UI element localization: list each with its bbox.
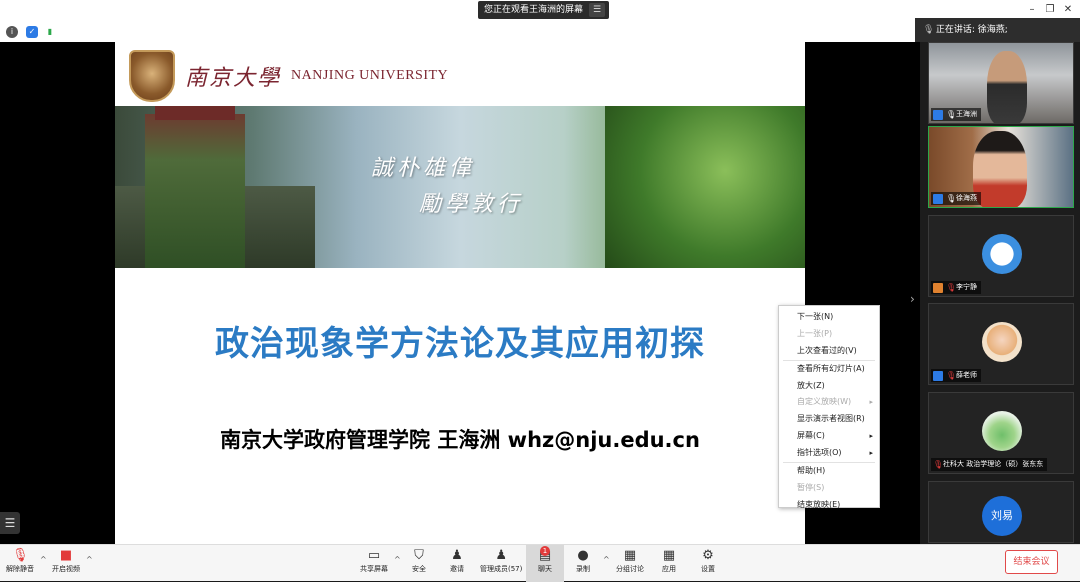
- avatar: 刘易: [982, 496, 1022, 536]
- user-icon: [933, 109, 943, 120]
- microphone-muted-icon: 🎙: [12, 548, 29, 563]
- menu-item-end-show[interactable]: 结束放映(E): [779, 497, 879, 514]
- menu-item-screen[interactable]: 屏幕(C) ▸: [779, 428, 879, 445]
- microphone-muted-icon: 🎙: [933, 459, 944, 469]
- name-tag: 🎙 李宁静: [931, 281, 981, 294]
- menu-item-pause: 暂停(S): [797, 482, 825, 492]
- end-meeting-button[interactable]: 结束会议: [1005, 550, 1058, 574]
- motto-line-1: 誠朴雄偉: [371, 156, 476, 181]
- avatar: [982, 322, 1022, 362]
- university-logo: 南京大學 NANJING UNIVERSITY: [129, 48, 448, 104]
- menu-item-previous: 上一张(P): [797, 328, 833, 338]
- menu-item-help[interactable]: 帮助(H): [779, 463, 879, 480]
- university-seal-icon: [129, 50, 175, 102]
- record-icon: ●: [577, 548, 589, 563]
- menu-item-last-viewed[interactable]: 上次查看过的(V): [779, 343, 879, 360]
- breakout-icon: ▦: [623, 548, 637, 563]
- viewing-banner[interactable]: 您正在观看王海洲的屏幕 ☰: [478, 1, 610, 19]
- submenu-arrow-icon: ▸: [869, 398, 873, 407]
- logo-cn-text: 南京大學: [185, 66, 282, 91]
- participant-tile[interactable]: 🎙 王海洲: [928, 42, 1074, 124]
- participant-tile[interactable]: 🎙 李宁静: [928, 215, 1074, 297]
- info-icon[interactable]: i: [6, 26, 18, 38]
- record-button[interactable]: ● 录制: [575, 548, 591, 580]
- share-screen-icon: ▭: [367, 548, 381, 563]
- chevron-up-icon[interactable]: ^: [40, 555, 47, 564]
- chevron-up-icon[interactable]: ^: [394, 555, 401, 564]
- participant-video: [987, 51, 1027, 123]
- gear-icon: ⚙: [702, 548, 714, 563]
- participant-tile[interactable]: 刘易: [928, 481, 1074, 543]
- presentation-slide[interactable]: 南京大學 NANJING UNIVERSITY 誠朴雄偉 勵學敦行 政治现象学方…: [115, 42, 805, 544]
- motto-line-2: 勵學敦行: [419, 192, 524, 217]
- slide-subtitle: 南京大学政府管理学院 王海洲 whz@nju.edu.cn: [220, 428, 700, 452]
- campus-banner-image: 誠朴雄偉 勵學敦行: [115, 106, 805, 268]
- security-button[interactable]: ⛉ 安全: [411, 548, 427, 580]
- settings-button[interactable]: ⚙ 设置: [700, 548, 716, 580]
- minimize-icon[interactable]: –: [1024, 3, 1040, 17]
- microphone-muted-icon: 🎙: [946, 370, 957, 380]
- manage-participants-button[interactable]: ♟ 管理成员(57): [480, 548, 522, 580]
- user-icon: [933, 370, 943, 381]
- close-icon[interactable]: ✕: [1060, 3, 1076, 17]
- avatar: [982, 411, 1022, 451]
- restore-icon[interactable]: ❐: [1042, 3, 1058, 17]
- slide-title: 政治现象学方法论及其应用初探: [215, 324, 705, 364]
- name-tag: 🎙 王海洲: [931, 108, 981, 121]
- avatar: [982, 234, 1022, 274]
- user-icon: [933, 282, 943, 293]
- shield-icon[interactable]: ✓: [26, 26, 38, 38]
- submenu-arrow-icon: ▸: [869, 449, 873, 458]
- video-off-icon: ■: [59, 548, 73, 563]
- active-speaker-bar: 🎙 正在讲话: 徐海燕;: [915, 18, 1080, 42]
- shield-icon: ⛉: [414, 548, 424, 563]
- apps-icon: ▦: [662, 548, 676, 563]
- menu-item-see-all-slides[interactable]: 查看所有幻灯片(A): [779, 361, 879, 378]
- menu-item-custom-show: 自定义放映(W) ▸: [779, 394, 879, 411]
- viewing-banner-label: 您正在观看王海洲的屏幕: [484, 5, 584, 15]
- chevron-up-icon[interactable]: ^: [86, 555, 93, 564]
- name-tag: 🎙 徐海燕: [931, 192, 981, 205]
- apps-button[interactable]: ▦ 应用: [661, 548, 677, 580]
- menu-item-zoom[interactable]: 放大(Z): [779, 378, 879, 395]
- microphone-muted-icon: 🎙: [946, 282, 957, 292]
- participant-video: [973, 131, 1027, 207]
- participant-tile[interactable]: 🎙 徐海燕: [928, 126, 1074, 208]
- menu-item-next[interactable]: 下一张(N): [779, 309, 879, 326]
- slideshow-context-menu: 下一张(N) 上一张(P) 上次查看过的(V) 查看所有幻灯片(A) 放大(Z)…: [778, 305, 880, 509]
- meeting-toolbar: 🎙 解除静音 ^ ■ 开启视频 ^ ▭ 共享屏幕 ^ ⛉ 安全 ♟ 邀请 ♟ 管…: [0, 544, 1080, 582]
- participant-tile[interactable]: 🎙 薛老师: [928, 303, 1074, 385]
- chevron-right-icon[interactable]: ›: [910, 292, 915, 306]
- microphone-icon: 🎙: [946, 109, 957, 119]
- signal-icon[interactable]: ▮: [44, 26, 56, 38]
- share-screen-button[interactable]: ▭ 共享屏幕: [360, 548, 388, 580]
- menu-icon[interactable]: ☰: [589, 3, 606, 17]
- name-tag: 🎙 社科大 政治学理论（硕）张东东: [931, 458, 1048, 471]
- chat-button[interactable]: ▤ 1 聊天: [526, 545, 564, 582]
- chevron-up-icon[interactable]: ^: [603, 555, 610, 564]
- active-speaker-label: 正在讲话: 徐海燕;: [935, 25, 1008, 35]
- participants-icon: ♟: [495, 548, 508, 563]
- chat-badge: 1: [540, 546, 550, 556]
- unmute-button[interactable]: 🎙 解除静音: [6, 548, 34, 580]
- breakout-rooms-button[interactable]: ▦ 分组讨论: [616, 548, 644, 580]
- start-video-button[interactable]: ■ 开启视频: [52, 548, 80, 580]
- menu-item-presenter-view[interactable]: 显示演示者视图(R): [779, 411, 879, 428]
- participant-tile[interactable]: 🎙 社科大 政治学理论（硕）张东东: [928, 392, 1074, 474]
- microphone-icon: 🎙: [946, 193, 957, 203]
- user-icon: [933, 193, 943, 204]
- logo-en-text: NANJING UNIVERSITY: [291, 68, 449, 83]
- name-tag: 🎙 薛老师: [931, 369, 981, 382]
- invite-button[interactable]: ♟ 邀请: [449, 548, 465, 580]
- menu-item-pointer-options[interactable]: 指针选项(O) ▸: [779, 445, 879, 462]
- add-user-icon: ♟: [451, 548, 463, 563]
- microphone-icon: 🎙: [923, 25, 935, 35]
- meeting-info-strip: i ✓ ▮: [0, 22, 920, 42]
- submenu-arrow-icon: ▸: [869, 432, 873, 441]
- list-icon[interactable]: ☰: [0, 512, 20, 534]
